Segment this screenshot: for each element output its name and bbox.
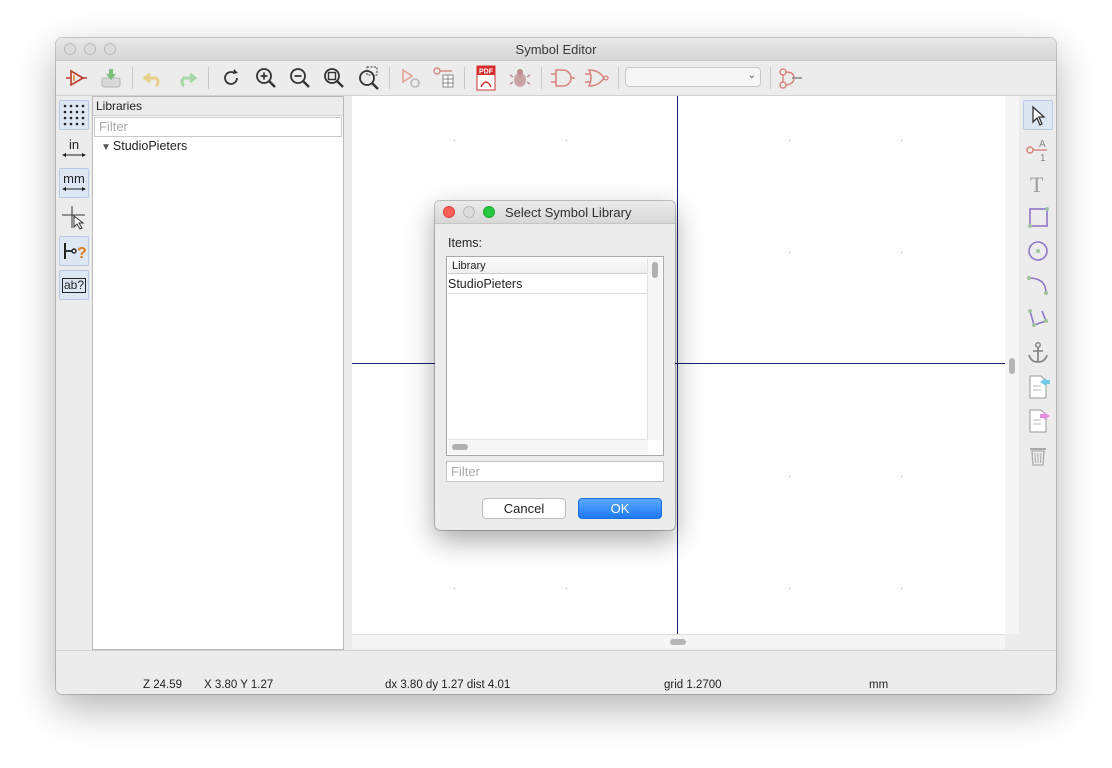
add-arc-icon bbox=[1027, 276, 1048, 295]
cancel-button[interactable]: Cancel bbox=[482, 498, 566, 519]
window-titlebar: Symbol Editor bbox=[56, 38, 1056, 61]
add-polyline-icon bbox=[1028, 309, 1048, 327]
add-polyline-button[interactable] bbox=[1023, 304, 1053, 334]
svg-text:1: 1 bbox=[1040, 153, 1046, 162]
inches-units-button[interactable]: in bbox=[59, 134, 89, 164]
dialog-close-button[interactable] bbox=[443, 206, 455, 218]
pin-type-icon: ? bbox=[64, 243, 87, 262]
hidden-text-label: ab? bbox=[61, 277, 87, 293]
add-circle-icon bbox=[1028, 241, 1048, 261]
list-vertical-scrollbar[interactable] bbox=[647, 258, 662, 440]
save-icon[interactable] bbox=[98, 65, 124, 91]
library-tree-item[interactable]: ▼ StudioPieters bbox=[101, 139, 187, 153]
grid-icon bbox=[63, 104, 85, 126]
redo-icon[interactable] bbox=[174, 65, 200, 91]
delete-item-button[interactable] bbox=[1023, 440, 1053, 470]
dialog-titlebar: Select Symbol Library bbox=[435, 201, 675, 224]
measure-arrow-icon bbox=[62, 187, 86, 191]
undo-icon[interactable] bbox=[140, 65, 166, 91]
view-doc-icon[interactable] bbox=[778, 65, 804, 91]
add-circle-button[interactable] bbox=[1023, 236, 1053, 266]
add-text-icon: T bbox=[1030, 172, 1044, 194]
select-arrow-icon bbox=[1032, 105, 1046, 126]
add-rectangle-icon bbox=[1028, 207, 1049, 228]
add-pin-icon: A1 bbox=[1026, 139, 1047, 162]
ok-button[interactable]: OK bbox=[578, 498, 662, 519]
expand-triangle-icon[interactable]: ▼ bbox=[101, 142, 111, 153]
dialog-zoom-button[interactable] bbox=[483, 206, 495, 218]
dialog-title: Select Symbol Library bbox=[505, 205, 632, 220]
grid-toggle-button[interactable] bbox=[59, 100, 89, 130]
symbol-units-select[interactable]: ⌄ bbox=[625, 67, 761, 87]
y-axis-line bbox=[677, 96, 678, 634]
add-text-button[interactable]: T bbox=[1023, 168, 1053, 198]
libraries-panel: Libraries Filter ▼ StudioPieters bbox=[92, 96, 344, 650]
list-item[interactable]: StudioPieters bbox=[448, 275, 648, 294]
export-pdf-icon[interactable]: PDF bbox=[473, 65, 499, 91]
status-grid: grid 1.2700 bbox=[664, 679, 722, 691]
dialog-minimize-button bbox=[463, 206, 475, 218]
import-symbol-button[interactable] bbox=[1023, 372, 1053, 402]
libraries-filter-input[interactable]: Filter bbox=[94, 117, 342, 137]
millimeters-units-button[interactable]: mm bbox=[59, 168, 89, 198]
set-anchor-button[interactable] bbox=[1023, 338, 1053, 368]
millimeters-label: mm bbox=[63, 171, 85, 186]
cursor-crosshair-button[interactable] bbox=[59, 202, 89, 232]
export-symbol-icon bbox=[1029, 409, 1050, 433]
library-column-header[interactable]: Library bbox=[448, 258, 648, 274]
zoom-fit-icon[interactable] bbox=[321, 65, 347, 91]
delete-icon bbox=[1030, 448, 1046, 466]
zoom-in-icon[interactable] bbox=[253, 65, 279, 91]
chevron-down-icon: ⌄ bbox=[747, 70, 756, 81]
main-toolbar: PDF ⌄ bbox=[56, 61, 1056, 96]
status-units: mm bbox=[869, 679, 889, 691]
zoom-selection-icon[interactable] bbox=[356, 65, 382, 91]
deMorgan-normal-icon[interactable] bbox=[550, 65, 576, 91]
left-toolbar: in mm ? ab? bbox=[56, 96, 92, 648]
window-title: Symbol Editor bbox=[515, 42, 597, 57]
items-label: Items: bbox=[448, 236, 483, 250]
new-symbol-icon[interactable] bbox=[63, 65, 89, 91]
refresh-icon[interactable] bbox=[218, 65, 244, 91]
pin-table-icon[interactable] bbox=[431, 65, 457, 91]
list-horizontal-scrollbar[interactable] bbox=[448, 439, 648, 454]
dialog-filter-input[interactable]: Filter bbox=[446, 461, 664, 482]
anchor-icon bbox=[1028, 342, 1048, 363]
select-symbol-library-dialog: Select Symbol Library Items: Library Stu… bbox=[435, 201, 675, 530]
zoom-out-icon[interactable] bbox=[287, 65, 313, 91]
svg-text:A: A bbox=[1039, 139, 1046, 150]
add-rectangle-button[interactable] bbox=[1023, 202, 1053, 232]
right-toolbar: A1 T bbox=[1020, 96, 1056, 648]
add-pin-button[interactable]: A1 bbox=[1023, 134, 1053, 164]
export-symbol-button[interactable] bbox=[1023, 406, 1053, 436]
svg-text:?: ? bbox=[77, 245, 87, 262]
show-hidden-text-button[interactable]: ab? bbox=[59, 270, 89, 300]
crosshair-cursor-icon bbox=[62, 206, 85, 230]
status-zoom: Z 24.59 bbox=[143, 679, 182, 691]
show-pin-electrical-type-button[interactable]: ? bbox=[59, 236, 89, 266]
symbol-properties-icon[interactable] bbox=[397, 65, 423, 91]
library-list[interactable]: Library StudioPieters bbox=[446, 256, 664, 456]
library-tree-label: StudioPieters bbox=[112, 139, 188, 153]
status-cursor-position: X 3.80 Y 1.27 bbox=[204, 679, 274, 691]
canvas-vertical-scrollbar[interactable] bbox=[1005, 96, 1019, 634]
add-arc-button[interactable] bbox=[1023, 270, 1053, 300]
import-symbol-icon bbox=[1029, 375, 1050, 399]
inches-label: in bbox=[68, 137, 80, 152]
canvas-horizontal-scrollbar[interactable] bbox=[352, 634, 1005, 649]
deMorgan-alternate-icon[interactable] bbox=[584, 65, 610, 91]
svg-text:PDF: PDF bbox=[479, 69, 494, 76]
libraries-header: Libraries bbox=[93, 97, 343, 116]
status-bar: Z 24.59 X 3.80 Y 1.27 dx 3.80 dy 1.27 di… bbox=[56, 650, 1056, 694]
svg-text:T: T bbox=[1030, 172, 1044, 194]
measure-arrow-icon bbox=[62, 153, 86, 157]
select-tool-button[interactable] bbox=[1023, 100, 1053, 130]
check-symbol-icon[interactable] bbox=[507, 65, 533, 91]
status-delta: dx 3.80 dy 1.27 dist 4.01 bbox=[385, 679, 511, 691]
